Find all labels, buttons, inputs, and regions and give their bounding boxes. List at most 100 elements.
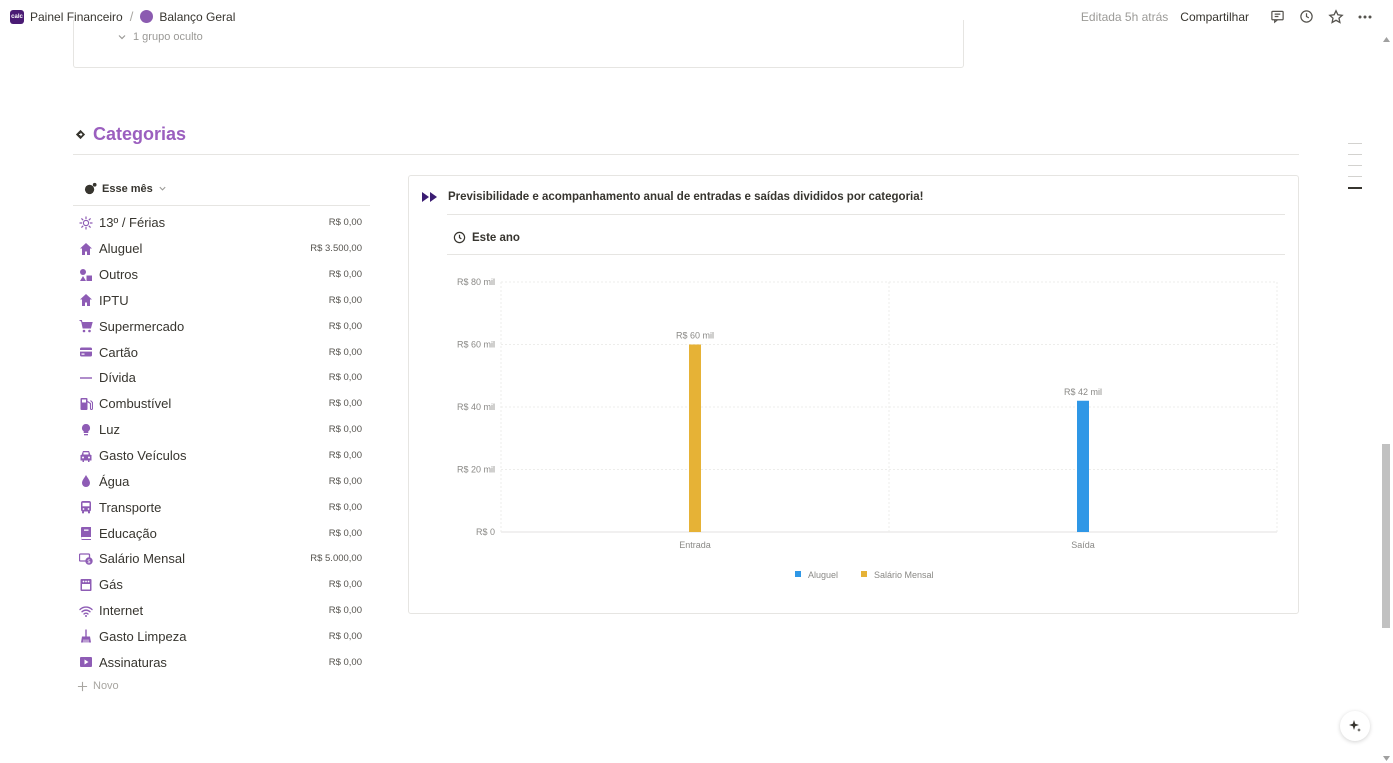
category-row[interactable]: Gasto Veículos R$ 0,00: [73, 443, 370, 469]
category-row[interactable]: Aluguel R$ 3.500,00: [73, 236, 370, 262]
x-tick-label: Entrada: [679, 540, 711, 550]
category-name: Internet: [99, 603, 144, 619]
outline-marker[interactable]: [1348, 176, 1362, 177]
scroll-down-icon[interactable]: [1383, 756, 1390, 761]
scrollbar-thumb[interactable]: [1382, 444, 1390, 628]
category-row[interactable]: Transporte R$ 0,00: [73, 494, 370, 520]
category-row[interactable]: IPTU R$ 0,00: [73, 288, 370, 314]
hidden-group-label: 1 grupo oculto: [133, 31, 203, 43]
house-icon: [78, 241, 93, 256]
outline-marker[interactable]: [1348, 165, 1362, 166]
stove-icon: [78, 577, 93, 592]
shapes-icon: [78, 267, 93, 282]
cart-icon: [78, 319, 93, 334]
category-value: R$ 0,00: [328, 346, 362, 358]
hidden-group-toggle[interactable]: 1 grupo oculto: [117, 31, 203, 43]
y-tick-label: R$ 20 mil: [457, 465, 495, 475]
category-value: R$ 0,00: [328, 372, 362, 384]
more-icon[interactable]: [1350, 0, 1379, 33]
category-row[interactable]: $ Salário Mensal R$ 5.000,00: [73, 546, 370, 572]
y-tick-label: R$ 60 mil: [457, 340, 495, 350]
category-row[interactable]: Água R$ 0,00: [73, 468, 370, 494]
category-value: R$ 0,00: [328, 475, 362, 487]
chevron-down-icon: [118, 35, 126, 40]
edited-timestamp: Editada 5h atrás: [1080, 9, 1169, 24]
chart-card: Previsibilidade e acompanhamento anual d…: [408, 175, 1299, 614]
upper-board-card: [73, 20, 964, 68]
bar-sada-aluguel: [1077, 400, 1089, 532]
legend-label: Aluguel: [808, 570, 838, 580]
category-row[interactable]: Internet R$ 0,00: [73, 598, 370, 624]
history-icon[interactable]: [1292, 0, 1321, 33]
y-tick-label: R$ 40 mil: [457, 402, 495, 412]
category-value: R$ 3.500,00: [310, 243, 362, 255]
category-row[interactable]: Assinaturas R$ 0,00: [73, 649, 370, 675]
category-row[interactable]: Outros R$ 0,00: [73, 262, 370, 288]
book-icon: [78, 526, 93, 541]
y-tick-label: R$ 80 mil: [457, 277, 495, 287]
category-row[interactable]: Gasto Limpeza R$ 0,00: [73, 624, 370, 650]
category-row[interactable]: 13º / Férias R$ 0,00: [73, 210, 370, 236]
ai-assistant-button[interactable]: [1340, 711, 1370, 741]
category-value: R$ 0,00: [328, 527, 362, 539]
credit-card-icon: [78, 345, 93, 360]
category-row[interactable]: Cartão R$ 0,00: [73, 339, 370, 365]
category-value: R$ 0,00: [328, 269, 362, 281]
category-name: IPTU: [99, 292, 129, 308]
category-name: 13º / Férias: [99, 215, 166, 231]
category-value: R$ 0,00: [328, 605, 362, 617]
new-item-label: Novo: [93, 680, 119, 692]
view-label: Esse mês: [102, 182, 153, 195]
section-heading[interactable]: Categorias: [75, 124, 186, 145]
sparkle-icon: [1349, 720, 1361, 732]
workspace-logo[interactable]: calc: [10, 9, 24, 24]
bus-icon: [78, 500, 93, 515]
broom-icon: [78, 629, 93, 644]
diamond-arrow-icon: [75, 129, 86, 140]
star-icon[interactable]: [1321, 0, 1350, 33]
category-value: R$ 0,00: [328, 294, 362, 306]
category-row[interactable]: Luz R$ 0,00: [73, 417, 370, 443]
house-icon: [78, 293, 93, 308]
legend-swatch: [861, 571, 867, 577]
category-list: 13º / Férias R$ 0,00 Aluguel R$ 3.500,00 Out…: [73, 210, 370, 675]
x-tick-label: Saída: [1071, 540, 1095, 550]
drop-icon: [78, 474, 93, 489]
category-value: R$ 0,00: [328, 656, 362, 668]
sun-icon: [78, 215, 93, 230]
category-row[interactable]: Educação R$ 0,00: [73, 520, 370, 546]
outline-marker[interactable]: [1348, 154, 1362, 155]
minus-icon: [78, 370, 93, 385]
svg-text:$: $: [87, 559, 91, 565]
category-row[interactable]: Dívida R$ 0,00: [73, 365, 370, 391]
new-item-button[interactable]: Novo: [77, 680, 119, 692]
video-icon: [78, 655, 93, 670]
category-name: Salário Mensal: [99, 551, 185, 567]
category-name: Combustível: [99, 396, 172, 412]
share-button[interactable]: Compartilhar: [1180, 10, 1249, 24]
view-selector[interactable]: Esse mês: [84, 182, 167, 195]
category-name: Transporte: [99, 499, 162, 515]
outline-marker[interactable]: [1348, 143, 1362, 144]
outline-marker-active[interactable]: [1348, 187, 1362, 189]
comment-icon[interactable]: [1263, 0, 1292, 33]
category-value: R$ 0,00: [328, 579, 362, 591]
fuel-pump-icon: [78, 396, 93, 411]
data-label: R$ 60 mil: [676, 331, 714, 341]
category-name: Outros: [99, 267, 139, 283]
list-divider: [73, 205, 370, 206]
category-name: Educação: [99, 525, 157, 541]
category-value: R$ 0,00: [328, 320, 362, 332]
lightbulb-icon: [78, 422, 93, 437]
scrollbar[interactable]: [1380, 33, 1393, 763]
category-name: Gasto Veículos: [99, 448, 187, 464]
category-row[interactable]: Combustível R$ 0,00: [73, 391, 370, 417]
page-outline[interactable]: [1348, 143, 1362, 199]
category-value: R$ 0,00: [328, 217, 362, 229]
category-name: Gasto Limpeza: [99, 628, 187, 644]
category-row[interactable]: Gás R$ 0,00: [73, 572, 370, 598]
plus-icon: [77, 681, 88, 691]
scroll-up-icon[interactable]: [1383, 37, 1390, 42]
category-row[interactable]: Supermercado R$ 0,00: [73, 313, 370, 339]
category-name: Água: [99, 473, 130, 489]
